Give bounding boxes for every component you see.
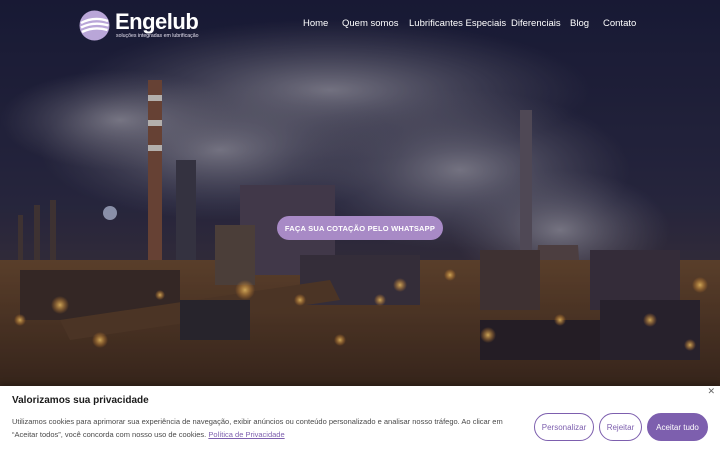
close-icon[interactable]: ✕ bbox=[707, 387, 715, 396]
site-header: Engelub soluções integradas em lubrifica… bbox=[0, 0, 720, 50]
nav-item-lubrificantes-especiais[interactable]: Lubrificantes Especiais bbox=[409, 18, 506, 29]
brand-tagline: soluções integradas em lubrificação bbox=[116, 33, 199, 39]
nav-item-contato[interactable]: Contato bbox=[603, 18, 636, 29]
nav-item-blog[interactable]: Blog bbox=[570, 18, 589, 29]
cookie-consent-banner: ✕ Valorizamos sua privacidade Utilizamos… bbox=[0, 386, 720, 450]
cookie-banner-title: Valorizamos sua privacidade bbox=[12, 395, 149, 406]
site-logo[interactable]: Engelub soluções integradas em lubrifica… bbox=[79, 9, 199, 43]
nav-item-diferenciais[interactable]: Diferenciais bbox=[511, 18, 561, 29]
accept-all-cookies-button[interactable]: Aceitar tudo bbox=[647, 413, 708, 441]
engelub-logo-icon bbox=[79, 10, 110, 41]
customize-cookies-button[interactable]: Personalizar bbox=[534, 413, 594, 441]
privacy-policy-link[interactable]: Política de Privacidade bbox=[208, 430, 284, 439]
whatsapp-quote-button[interactable]: FAÇA SUA COTAÇÃO PELO WHATSAPP bbox=[277, 216, 443, 240]
nav-item-home[interactable]: Home bbox=[303, 18, 328, 29]
cookie-banner-text: Utilizamos cookies para aprimorar sua ex… bbox=[12, 416, 522, 441]
brand-name: Engelub bbox=[115, 9, 199, 34]
reject-cookies-button[interactable]: Rejeitar bbox=[599, 413, 642, 441]
nav-item-quem-somos[interactable]: Quem somos bbox=[342, 18, 399, 29]
